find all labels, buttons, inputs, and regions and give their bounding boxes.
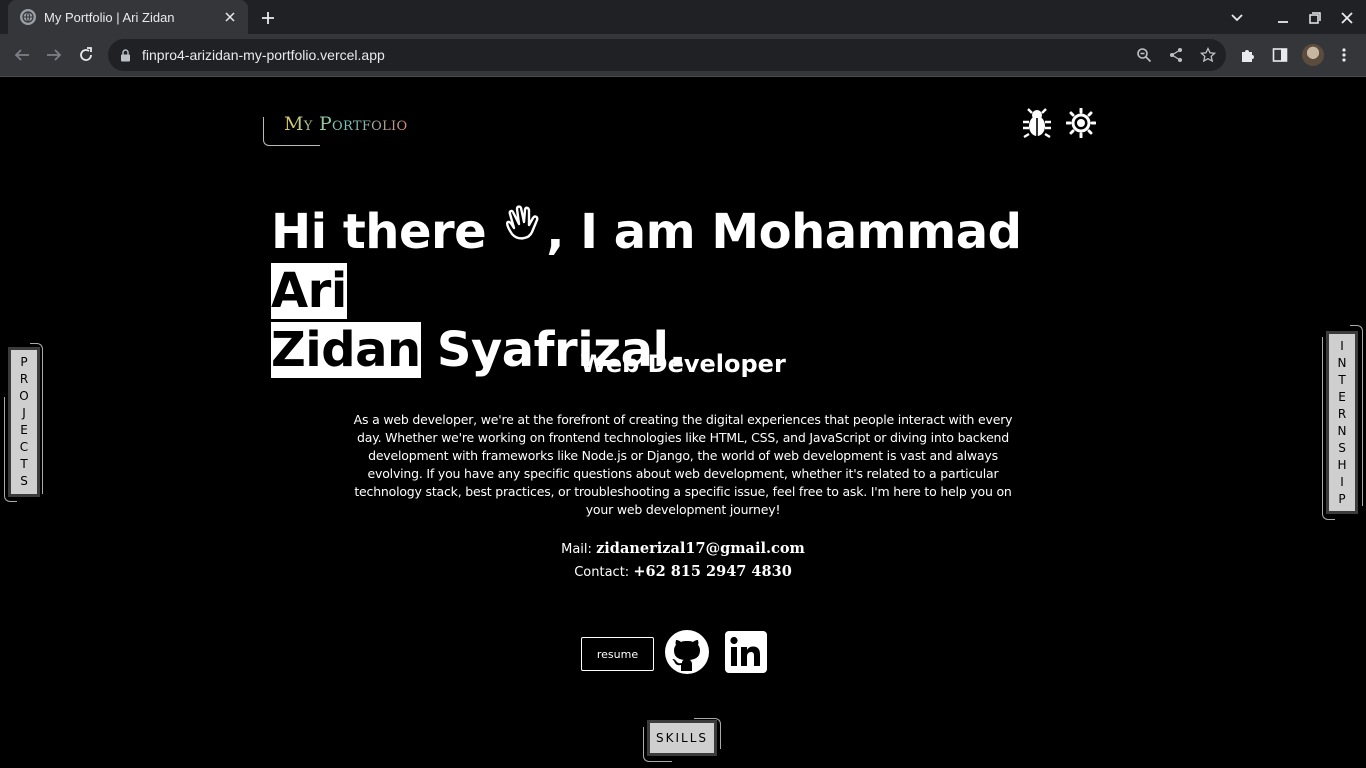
minimize-icon[interactable] (1273, 8, 1293, 28)
projects-letter: C (19, 440, 29, 454)
more-menu-icon[interactable] (1334, 45, 1354, 65)
internship-letter: E (1338, 389, 1346, 404)
projects-letter: P (20, 355, 28, 369)
extensions-puzzle-icon[interactable] (1238, 45, 1258, 65)
address-bar[interactable]: finpro4-arizidan-my-portfolio.vercel.app (108, 39, 1226, 71)
logo-underline-gap (320, 144, 430, 147)
internship-letter: I (1340, 474, 1344, 489)
projects-letter: T (20, 457, 28, 471)
browser-tab[interactable]: My Portfolio | Ari Zidan (8, 0, 248, 34)
internship-letter: I (1340, 338, 1344, 353)
portfolio-page: My Portfolio Hi there , I am Mohammad Ar… (0, 77, 1366, 768)
bug-icon[interactable] (1021, 107, 1053, 139)
logo-text: My Portfolio (284, 113, 408, 135)
resume-button[interactable]: resume (581, 637, 654, 671)
contact-line: Contact: +62 815 2947 4830 (0, 563, 1366, 580)
skills-bottom-tab[interactable]: SKILLS (647, 720, 717, 756)
profile-avatar[interactable] (1302, 44, 1324, 66)
contact-label: Contact: (574, 565, 630, 580)
projects-letter: S (20, 474, 28, 488)
new-tab-icon[interactable] (258, 8, 278, 28)
headline-greeting: Hi there (271, 204, 487, 260)
job-title: Web Developer (580, 350, 786, 378)
share-icon[interactable] (1166, 45, 1186, 65)
internship-side-tab[interactable]: I N T E R N S H I P (1326, 331, 1358, 514)
mail-value[interactable]: zidanerizal17@gmail.com (596, 540, 805, 557)
tab-title: My Portfolio | Ari Zidan (44, 9, 175, 25)
browser-tab-bar: My Portfolio | Ari Zidan (0, 0, 1366, 34)
internship-letter: N (1337, 355, 1347, 370)
headline-intro: , I am Mohammad (546, 204, 1022, 260)
projects-side-tab[interactable]: P R O J E C T S (8, 347, 40, 497)
linkedin-icon[interactable] (725, 631, 767, 673)
url-text: finpro4-arizidan-my-portfolio.vercel.app (142, 47, 385, 63)
projects-letter: R (19, 372, 29, 386)
forward-arrow-icon[interactable] (44, 45, 64, 65)
side-panel-icon[interactable] (1270, 45, 1290, 65)
browser-toolbar: finpro4-arizidan-my-portfolio.vercel.app (0, 34, 1366, 77)
internship-letter: R (1337, 406, 1347, 421)
internship-letter: P (1338, 491, 1346, 506)
projects-letter: O (19, 389, 29, 403)
contact-value[interactable]: +62 815 2947 4830 (633, 563, 791, 580)
waving-hand-icon (500, 204, 546, 250)
internship-letter: S (1338, 440, 1346, 455)
back-arrow-icon[interactable] (12, 45, 32, 65)
globe-icon (20, 9, 36, 25)
mail-line: Mail: zidanerizal17@gmail.com (0, 540, 1366, 557)
github-icon[interactable] (665, 630, 709, 674)
tab-search-chevron-icon[interactable] (1227, 8, 1247, 28)
close-window-icon[interactable] (1337, 8, 1357, 28)
bookmark-star-icon[interactable] (1198, 45, 1218, 65)
headline-highlight-first: Ari (271, 263, 347, 319)
close-tab-icon[interactable] (222, 9, 238, 25)
projects-letter: J (22, 406, 26, 420)
projects-letter: E (20, 423, 28, 437)
mail-label: Mail: (561, 542, 592, 557)
internship-letter: H (1337, 457, 1347, 472)
internship-letter: N (1337, 423, 1347, 438)
site-logo[interactable]: My Portfolio (263, 113, 430, 147)
internship-letter: T (1338, 372, 1346, 387)
sun-theme-icon[interactable] (1065, 107, 1097, 139)
restore-icon[interactable] (1305, 8, 1325, 28)
reload-icon[interactable] (76, 45, 96, 65)
lock-icon[interactable] (120, 48, 132, 62)
bio-paragraph: As a web developer, we're at the forefro… (353, 412, 1013, 517)
zoom-icon[interactable] (1134, 45, 1154, 65)
